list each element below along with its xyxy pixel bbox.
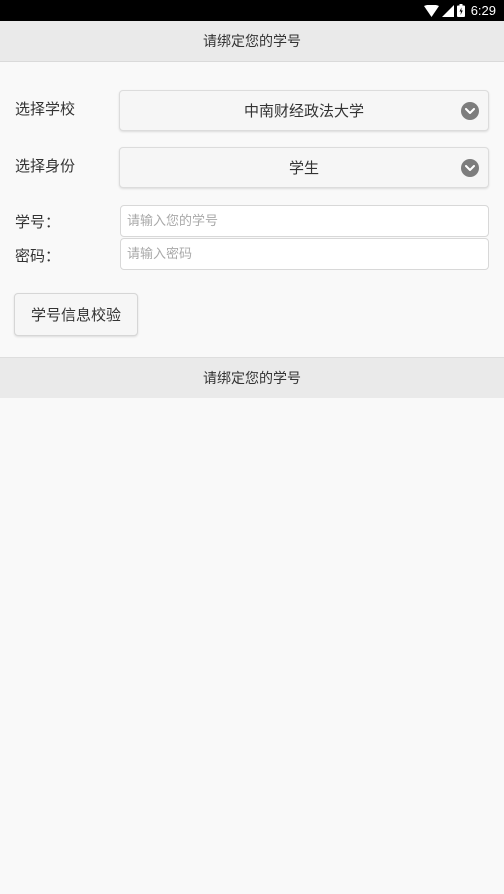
verify-student-id-button[interactable]: 学号信息校验 [14,293,138,336]
page-title: 请绑定您的学号 [0,21,504,62]
password-label: 密码： [15,247,61,265]
identity-label: 选择身份 [15,157,76,175]
content-area [0,398,504,894]
chevron-down-icon [461,159,479,177]
section-bar: 请绑定您的学号 [0,357,504,399]
student-id-label: 学号： [15,213,61,231]
battery-icon [456,4,465,17]
status-icons: 6:29 [423,2,496,19]
school-label: 选择学校 [15,100,76,118]
identity-select[interactable]: 学生 [119,147,489,188]
signal-icon [441,4,454,17]
wifi-icon [423,4,439,17]
identity-select-value: 学生 [288,159,319,177]
chevron-down-icon [461,102,479,120]
school-select[interactable]: 中南财经政法大学 [119,90,489,131]
status-time: 6:29 [470,3,496,18]
password-input[interactable] [120,238,489,270]
school-select-value: 中南财经政法大学 [243,102,364,120]
status-bar: 6:29 [0,0,504,21]
student-id-input[interactable] [120,205,489,237]
